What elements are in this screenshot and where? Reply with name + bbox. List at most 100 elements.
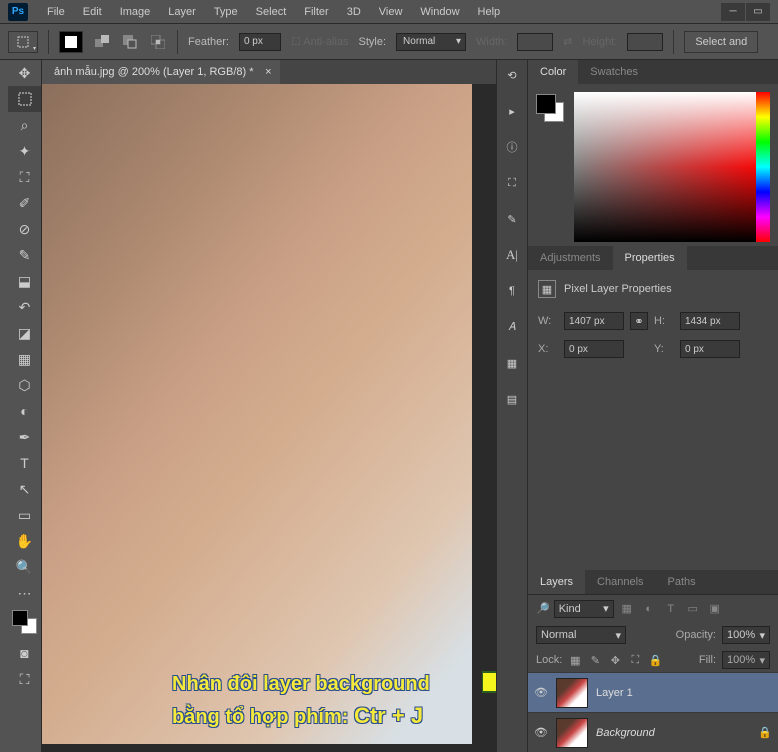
lock-pixels-icon[interactable]: ✎ [588,654,602,667]
lock-all-icon[interactable]: 🔒 [648,654,662,667]
style-select[interactable]: Normal [396,33,466,51]
opacity-input[interactable]: 100% [722,626,770,644]
quick-mask[interactable]: ◙ [8,640,41,666]
visibility-toggle[interactable]: 👁 [534,726,548,739]
filter-adjust-icon[interactable]: ◐ [640,600,658,618]
lasso-tool[interactable]: ⌕ [8,112,41,138]
blur-tool[interactable]: ⬡ [8,372,41,398]
styles-panel-icon[interactable]: ▦ [503,354,521,372]
color-field[interactable] [574,92,770,242]
tab-layers[interactable]: Layers [528,570,585,594]
layer-row[interactable]: 👁 Layer 1 [528,672,778,712]
document-tab[interactable]: ảnh mẫu.jpg @ 200% (Layer 1, RGB/8) * × [42,60,280,84]
layer-thumbnail[interactable] [556,678,588,708]
hand-tool[interactable]: ✋ [8,528,41,554]
edit-toolbar[interactable]: ⋯ [8,580,41,606]
heal-tool[interactable]: ⊘ [8,216,41,242]
libraries-panel-icon[interactable]: ▤ [503,390,521,408]
tab-swatches[interactable]: Swatches [578,60,650,84]
filter-shape-icon[interactable]: ▭ [684,600,702,618]
tab-paths[interactable]: Paths [656,570,708,594]
eraser-tool[interactable]: ◪ [8,320,41,346]
lock-artboard-icon[interactable]: ⛶ [628,654,642,667]
height-field[interactable] [680,312,740,330]
navigator-panel-icon[interactable]: ⛶ [503,174,521,192]
menu-layer[interactable]: Layer [159,6,205,18]
selection-subtract-icon[interactable] [121,33,139,51]
menu-select[interactable]: Select [247,6,296,18]
foreground-color[interactable] [12,610,28,626]
screen-mode[interactable]: ⛶ [8,666,41,692]
filter-smart-icon[interactable]: ▣ [706,600,724,618]
filter-search-icon[interactable]: 🔎 [536,602,550,615]
selection-add-icon[interactable] [93,33,111,51]
lock-position-icon[interactable]: ✥ [608,654,622,667]
menu-image[interactable]: Image [111,6,160,18]
menu-view[interactable]: View [370,6,412,18]
selection-intersect-icon[interactable] [149,33,167,51]
menu-filter[interactable]: Filter [295,6,337,18]
menu-window[interactable]: Window [411,6,468,18]
feather-input[interactable] [239,33,281,51]
tab-color[interactable]: Color [528,60,578,84]
history-brush-tool[interactable]: ↶ [8,294,41,320]
menu-3d[interactable]: 3D [338,6,370,18]
tab-channels[interactable]: Channels [585,570,655,594]
actions-panel-icon[interactable]: ▸ [503,102,521,120]
layer-name[interactable]: Background [596,727,750,739]
info-panel-icon[interactable]: ⓘ [503,138,521,156]
fill-input[interactable]: 100%▾ [722,651,770,669]
glyphs-panel-icon[interactable]: 𝐴 [503,318,521,336]
path-select-tool[interactable]: ↖ [8,476,41,502]
blend-mode-select[interactable]: Normal [536,626,626,644]
brush-tool[interactable]: ✎ [8,242,41,268]
menu-file[interactable]: File [38,6,74,18]
shape-tool[interactable]: ▭ [8,502,41,528]
gradient-tool[interactable]: ▦ [8,346,41,372]
dodge-tool[interactable]: ◐ [8,398,41,424]
type-tool[interactable]: T [8,450,41,476]
layer-thumbnail[interactable] [556,718,588,748]
swap-wh-icon: ⇄ [563,35,572,48]
filter-type-icon[interactable]: T [662,600,680,618]
close-tab-icon[interactable]: × [265,66,271,78]
history-panel-icon[interactable]: ⟲ [503,66,521,84]
tab-properties[interactable]: Properties [613,246,687,270]
maximize-button[interactable]: ▭ [746,3,770,21]
marquee-tool[interactable] [8,86,41,112]
pen-tool[interactable]: ✒ [8,424,41,450]
filter-pixel-icon[interactable]: ▦ [618,600,636,618]
paragraph-panel-icon[interactable]: ¶ [503,282,521,300]
canvas[interactable]: Nhân đôi layer background bằng tổ hợp ph… [42,84,496,752]
brushes-panel-icon[interactable]: ✎ [503,210,521,228]
color-swatches[interactable] [8,606,41,640]
menu-edit[interactable]: Edit [74,6,111,18]
layer-name[interactable]: Layer 1 [596,687,772,699]
move-tool[interactable]: ✥ [8,60,41,86]
fg-swatch[interactable] [536,94,556,114]
stamp-tool[interactable]: ⬓ [8,268,41,294]
lock-transparent-icon[interactable]: ▦ [568,654,582,667]
minimize-button[interactable]: ─ [721,3,745,21]
menu-type[interactable]: Type [205,6,247,18]
tool-preset-picker[interactable] [8,31,38,53]
width-field[interactable] [564,312,624,330]
toolbox: ✥ ⌕ ✦ ⛶ ✐ ⊘ ✎ ⬓ ↶ ◪ ▦ ⬡ ◐ ✒ T ↖ ▭ ✋ 🔍 ⋯ … [8,60,42,752]
brush-icon: ✎ [17,247,33,263]
color-swatch-mini[interactable] [536,92,566,238]
crop-tool[interactable]: ⛶ [8,164,41,190]
x-field[interactable] [564,340,624,358]
selection-new[interactable] [59,31,83,53]
filter-kind-select[interactable]: Kind [554,600,614,618]
tab-adjustments[interactable]: Adjustments [528,246,613,270]
eyedropper-tool[interactable]: ✐ [8,190,41,216]
menu-help[interactable]: Help [469,6,510,18]
zoom-tool[interactable]: 🔍 [8,554,41,580]
link-wh-icon[interactable]: ⚭ [630,312,648,330]
select-and-mask-button[interactable]: Select and [684,31,758,53]
layer-row[interactable]: 👁 Background 🔒 [528,712,778,752]
y-field[interactable] [680,340,740,358]
character-panel-icon[interactable]: A| [503,246,521,264]
wand-tool[interactable]: ✦ [8,138,41,164]
visibility-toggle[interactable]: 👁 [534,686,548,699]
